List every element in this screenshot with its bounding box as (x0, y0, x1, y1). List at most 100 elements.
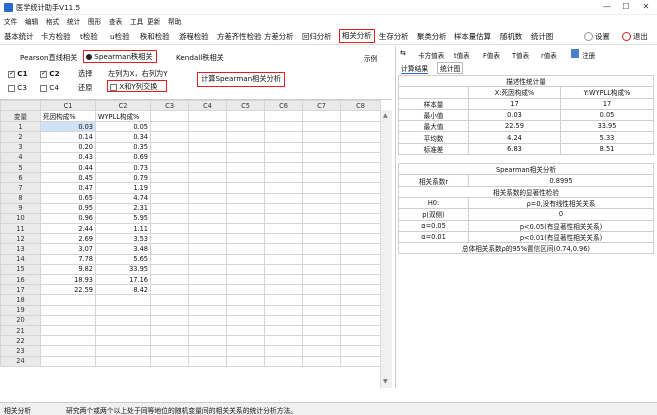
row-number[interactable]: 1 (0, 121, 41, 133)
data-cell[interactable]: 0.35 (95, 141, 151, 153)
data-cell[interactable] (302, 223, 341, 235)
spearman-radio[interactable] (86, 54, 92, 60)
data-cell[interactable]: 0.65 (40, 192, 96, 204)
data-cell[interactable] (150, 263, 189, 276)
row-number[interactable]: 6 (0, 172, 41, 184)
data-cell[interactable] (188, 355, 227, 367)
data-cell[interactable] (302, 212, 341, 225)
row-number[interactable]: 3 (0, 141, 41, 153)
row-number[interactable]: 7 (0, 182, 41, 194)
data-cell[interactable] (150, 202, 189, 214)
data-cell[interactable] (40, 294, 96, 306)
data-cell[interactable] (188, 182, 227, 194)
grid-corner[interactable] (0, 100, 41, 112)
row-number[interactable]: 18 (0, 294, 41, 306)
data-cell[interactable] (264, 263, 303, 276)
select-button[interactable]: 选择 (78, 69, 92, 79)
data-cell[interactable] (264, 141, 303, 153)
data-cell[interactable] (340, 314, 381, 326)
variable-name-cell[interactable] (264, 110, 303, 123)
tab-variance-homogeneity[interactable]: 方差齐性检验 (217, 31, 261, 42)
data-cell[interactable]: 0.79 (95, 172, 151, 184)
data-cell[interactable] (150, 284, 189, 296)
data-cell[interactable] (340, 294, 381, 306)
spearman-option[interactable]: Spearman秩相关 (83, 50, 157, 63)
data-cell[interactable] (340, 182, 381, 194)
data-cell[interactable] (188, 161, 227, 174)
data-cell[interactable] (302, 243, 341, 255)
data-cell[interactable] (264, 172, 303, 184)
data-cell[interactable] (226, 172, 265, 184)
data-cell[interactable] (340, 355, 381, 367)
data-cell[interactable] (150, 161, 189, 174)
data-cell[interactable] (264, 131, 303, 143)
tab-sample-size[interactable]: 样本量估算 (454, 31, 491, 42)
data-cell[interactable] (264, 335, 303, 347)
column-header[interactable]: C1 (40, 100, 96, 112)
data-cell[interactable] (302, 131, 341, 143)
data-cell[interactable] (150, 223, 189, 235)
data-cell[interactable] (226, 253, 265, 265)
c4-option[interactable]: C4 (40, 83, 59, 92)
data-cell[interactable] (340, 345, 381, 357)
data-cell[interactable] (226, 141, 265, 153)
column-header[interactable]: C4 (188, 100, 227, 112)
scroll-down-icon[interactable]: ▼ (383, 378, 390, 386)
data-cell[interactable] (150, 253, 189, 265)
c3-option[interactable]: C3 (8, 83, 27, 92)
data-cell[interactable] (226, 243, 265, 255)
data-cell[interactable] (302, 273, 341, 286)
data-cell[interactable] (302, 355, 341, 367)
data-cell[interactable] (150, 212, 189, 225)
exit-button[interactable]: 退出 (633, 31, 648, 42)
data-cell[interactable] (150, 182, 189, 194)
variable-name-cell[interactable] (150, 110, 189, 123)
data-cell[interactable]: 0.73 (95, 161, 151, 174)
row-number[interactable]: 12 (0, 233, 41, 245)
T-table-button[interactable]: T值表 (512, 50, 529, 60)
data-cell[interactable] (340, 192, 381, 204)
data-cell[interactable] (340, 141, 381, 153)
data-cell[interactable] (226, 324, 265, 337)
row-number[interactable]: 19 (0, 304, 41, 316)
data-cell[interactable] (150, 355, 189, 367)
row-number[interactable]: 14 (0, 253, 41, 265)
data-cell[interactable] (150, 131, 189, 143)
data-cell[interactable] (150, 192, 189, 204)
minimize-icon[interactable]: — (598, 1, 616, 13)
data-cell[interactable] (264, 182, 303, 194)
row-number[interactable]: 10 (0, 212, 41, 225)
data-cell[interactable] (302, 182, 341, 194)
data-cell[interactable] (150, 141, 189, 153)
data-cell[interactable] (188, 314, 227, 326)
column-header[interactable]: C8 (340, 100, 381, 112)
tab-stat-chart[interactable]: 统计图 (437, 62, 464, 74)
row-number[interactable]: 23 (0, 345, 41, 357)
data-cell[interactable]: 0.69 (95, 151, 151, 163)
tab-correlation[interactable]: 相关分析 (339, 29, 375, 43)
row-number[interactable]: 8 (0, 192, 41, 204)
data-cell[interactable] (302, 324, 341, 337)
data-cell[interactable] (188, 141, 227, 153)
data-cell[interactable] (340, 324, 381, 337)
data-cell[interactable]: 0.43 (40, 151, 96, 163)
data-cell[interactable]: 0.03 (40, 121, 96, 133)
data-cell[interactable] (226, 335, 265, 347)
data-cell[interactable]: 5.95 (95, 212, 151, 225)
swap-option[interactable]: X和Y列交换 (107, 80, 167, 92)
data-cell[interactable] (188, 121, 227, 133)
row-number[interactable]: 20 (0, 314, 41, 326)
tab-chi-square[interactable]: 卡方检验 (41, 31, 71, 42)
data-cell[interactable] (226, 233, 265, 245)
data-cell[interactable] (302, 284, 341, 296)
tab-regression[interactable]: 回归分析 (302, 31, 332, 42)
data-cell[interactable] (150, 172, 189, 184)
row-label[interactable]: 变量 (0, 110, 41, 123)
row-number[interactable]: 24 (0, 355, 41, 367)
data-cell[interactable] (188, 284, 227, 296)
row-number[interactable]: 5 (0, 161, 41, 174)
data-cell[interactable] (226, 212, 265, 225)
data-cell[interactable]: 2.44 (40, 223, 96, 235)
column-header[interactable]: C5 (226, 100, 265, 112)
data-cell[interactable] (340, 253, 381, 265)
